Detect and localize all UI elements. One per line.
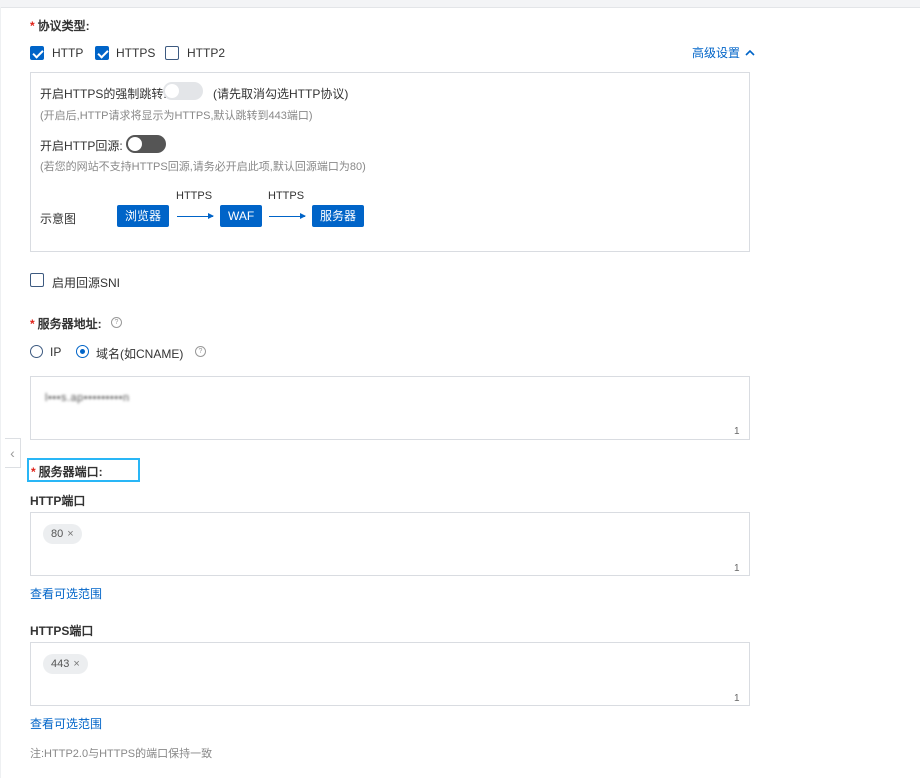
server-port-label-text: 服务器端口: bbox=[38, 465, 103, 479]
http-port-range-link[interactable]: 查看可选范围 bbox=[30, 585, 102, 602]
diagram-node-browser: 浏览器 bbox=[117, 205, 170, 227]
http-checkbox-label: HTTP bbox=[52, 46, 84, 60]
advanced-settings-link[interactable]: 高级设置 bbox=[692, 44, 755, 61]
diagram-arrow-1 bbox=[177, 213, 214, 219]
protocol-label-text: 协议类型: bbox=[37, 19, 90, 33]
toggle-knob bbox=[128, 137, 142, 151]
http-port-count: 1 bbox=[734, 563, 740, 574]
top-bar bbox=[0, 0, 920, 8]
tag-text: 80 bbox=[51, 528, 64, 540]
server-address-label-text: 服务器地址: bbox=[37, 317, 102, 331]
chevron-up-icon bbox=[745, 49, 755, 56]
domain-radio-label: 域名(如CNAME) bbox=[96, 347, 184, 361]
http-port-input[interactable] bbox=[30, 512, 750, 576]
sni-checkbox-label: 启用回源SNI bbox=[52, 276, 121, 290]
server-address-textarea[interactable] bbox=[30, 376, 750, 440]
ip-radio[interactable] bbox=[30, 345, 43, 358]
https-redirect-note: (请先取消勾选HTTP协议) bbox=[213, 87, 349, 101]
https-redirect-hint: (开启后,HTTP请求将显示为HTTPS,默认跳转到443端口) bbox=[40, 110, 313, 122]
required-mark: * bbox=[30, 317, 35, 331]
http2-checkbox-label: HTTP2 bbox=[187, 46, 226, 60]
ip-radio-label: IP bbox=[50, 345, 62, 359]
http-origin-hint: (若您的网站不支持HTTPS回源,请务必开启此项,默认回源端口为80) bbox=[40, 161, 366, 173]
http2-checkbox[interactable] bbox=[165, 46, 179, 60]
https-port-range-link[interactable]: 查看可选范围 bbox=[30, 715, 102, 732]
server-address-label: * 服务器地址: bbox=[30, 315, 102, 332]
toggle-knob bbox=[165, 84, 179, 98]
port-note: 注:HTTP2.0与HTTPS的端口保持一致 bbox=[30, 748, 213, 760]
http-checkbox[interactable] bbox=[30, 46, 44, 60]
help-icon[interactable]: ? bbox=[111, 317, 122, 328]
https-port-tag: 443 × bbox=[43, 654, 88, 674]
diagram-edge-label-1: HTTPS bbox=[176, 190, 213, 202]
chevron-left-icon[interactable]: ‹ bbox=[5, 438, 21, 468]
https-checkbox[interactable] bbox=[95, 46, 109, 60]
https-redirect-toggle[interactable] bbox=[163, 82, 203, 100]
domain-radio[interactable] bbox=[76, 345, 89, 358]
https-port-count: 1 bbox=[734, 693, 740, 704]
http-port-tag: 80 × bbox=[43, 524, 82, 544]
diagram-edge-label-2: HTTPS bbox=[268, 190, 305, 202]
https-port-input[interactable] bbox=[30, 642, 750, 706]
https-port-label: HTTPS端口 bbox=[30, 624, 94, 638]
server-port-label: * 服务器端口: bbox=[31, 463, 103, 480]
server-address-value: l•••s.ap•••••••••n bbox=[45, 392, 130, 404]
https-checkbox-label: HTTPS bbox=[116, 46, 156, 60]
server-address-count: 1 bbox=[734, 426, 740, 437]
diagram-node-server: 服务器 bbox=[312, 205, 365, 227]
advanced-settings-text: 高级设置 bbox=[692, 46, 741, 60]
close-icon[interactable]: × bbox=[73, 658, 79, 670]
http-port-label: HTTP端口 bbox=[30, 494, 86, 508]
required-mark: * bbox=[30, 19, 35, 33]
http-origin-label: 开启HTTP回源: bbox=[40, 139, 123, 153]
http-origin-toggle[interactable] bbox=[126, 135, 166, 153]
help-icon[interactable]: ? bbox=[195, 346, 206, 357]
diagram-arrow-2 bbox=[269, 213, 306, 219]
close-icon[interactable]: × bbox=[67, 528, 73, 540]
protocol-label: * 协议类型: bbox=[30, 17, 90, 34]
https-redirect-label: 开启HTTPS的强制跳转: bbox=[40, 87, 167, 101]
left-divider bbox=[0, 7, 1, 778]
required-mark: * bbox=[31, 465, 36, 479]
tag-text: 443 bbox=[51, 658, 70, 670]
diagram-node-waf: WAF bbox=[220, 205, 263, 227]
sni-checkbox[interactable] bbox=[30, 273, 44, 287]
diagram-label: 示意图 bbox=[40, 212, 77, 226]
